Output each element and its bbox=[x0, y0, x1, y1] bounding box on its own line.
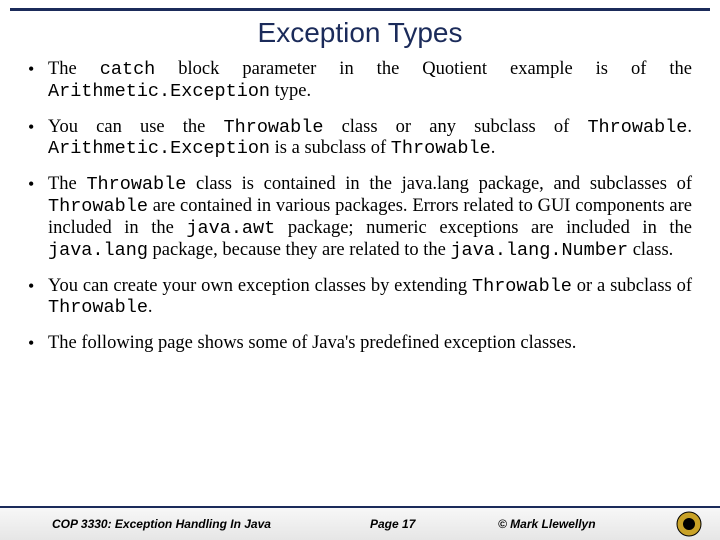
code: Throwable bbox=[472, 276, 572, 297]
code: Throwable bbox=[224, 117, 324, 138]
code: java.lang bbox=[48, 240, 148, 261]
text: class is contained in the java.lang pack… bbox=[186, 174, 692, 194]
text: . bbox=[687, 117, 692, 137]
footer-author: © Mark Llewellyn bbox=[498, 517, 596, 531]
slide-title: Exception Types bbox=[0, 11, 720, 59]
bullet-item: The following page shows some of Java's … bbox=[28, 333, 692, 355]
code: Throwable bbox=[86, 174, 186, 195]
slide: Exception Types The catch block paramete… bbox=[0, 0, 720, 540]
text: class or any subclass of bbox=[323, 117, 587, 137]
ucf-logo-icon bbox=[676, 511, 702, 537]
code: Throwable bbox=[587, 117, 687, 138]
footer-course: COP 3330: Exception Handling In Java bbox=[52, 517, 271, 531]
text: You can create your own exception classe… bbox=[48, 276, 472, 296]
footer-page: Page 17 bbox=[370, 517, 415, 531]
code: Throwable bbox=[48, 196, 148, 217]
content-area: The catch block parameter in the Quotien… bbox=[0, 59, 720, 506]
code: Arithmetic.Exception bbox=[48, 138, 270, 159]
text: is a subclass of bbox=[270, 138, 391, 158]
text: The following page shows some of Java's … bbox=[48, 333, 576, 353]
text: or a subclass of bbox=[572, 276, 692, 296]
text: type. bbox=[270, 81, 311, 101]
text: You can use the bbox=[48, 117, 224, 137]
bullet-item: The Throwable class is contained in the … bbox=[28, 174, 692, 261]
code: Throwable bbox=[48, 297, 148, 318]
text: The bbox=[48, 59, 100, 79]
code: java.lang.Number bbox=[450, 240, 628, 261]
bullet-item: You can create your own exception classe… bbox=[28, 276, 692, 320]
text: package; numeric exceptions are included… bbox=[275, 218, 692, 238]
text: package, because they are related to the bbox=[148, 240, 451, 260]
text: The bbox=[48, 174, 86, 194]
code: java.awt bbox=[186, 218, 275, 239]
text: . bbox=[491, 138, 496, 158]
text: class. bbox=[628, 240, 673, 260]
code: catch bbox=[100, 59, 156, 80]
code: Arithmetic.Exception bbox=[48, 81, 270, 102]
text: . bbox=[148, 297, 153, 317]
bullet-list: The catch block parameter in the Quotien… bbox=[28, 59, 692, 355]
bullet-item: You can use the Throwable class or any s… bbox=[28, 117, 692, 161]
bullet-item: The catch block parameter in the Quotien… bbox=[28, 59, 692, 103]
code: Throwable bbox=[391, 138, 491, 159]
footer: COP 3330: Exception Handling In Java Pag… bbox=[0, 506, 720, 540]
text: block parameter in the Quotient example … bbox=[155, 59, 692, 79]
